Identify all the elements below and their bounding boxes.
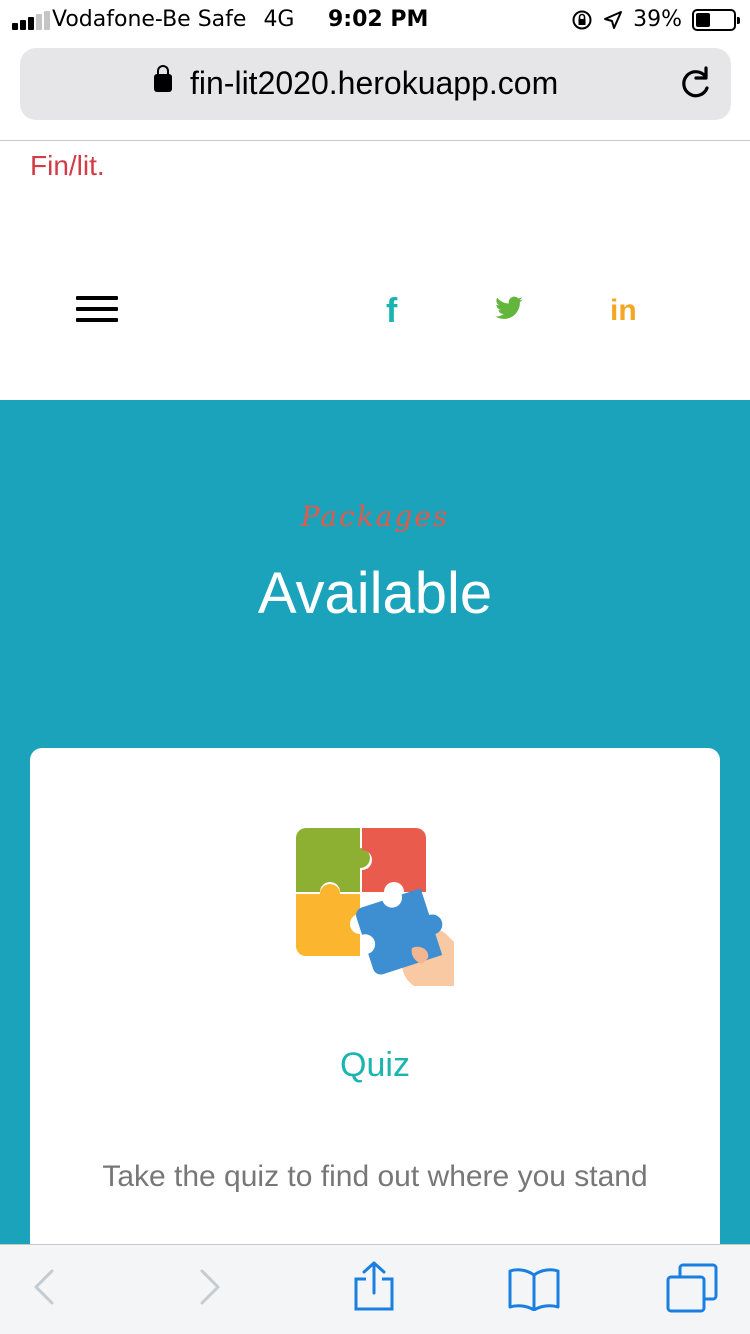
card-description: Take the quiz to find out where you stan… bbox=[102, 1160, 648, 1193]
menu-icon[interactable] bbox=[76, 296, 120, 326]
address-bar[interactable]: fin-lit2020.herokuapp.com bbox=[20, 48, 731, 120]
lock-icon bbox=[154, 65, 172, 92]
bookmarks-icon[interactable] bbox=[508, 1267, 560, 1311]
orientation-lock-icon bbox=[572, 10, 592, 29]
linkedin-icon[interactable]: in bbox=[610, 294, 637, 328]
signal-strength-icon bbox=[12, 11, 50, 30]
share-icon[interactable] bbox=[352, 1261, 396, 1311]
carrier-name: Vodafone-Be Safe bbox=[52, 7, 247, 32]
site-logo[interactable]: Fin/lit. bbox=[30, 150, 105, 182]
battery-fill bbox=[696, 12, 710, 27]
location-arrow-icon bbox=[604, 10, 623, 29]
status-bar: Vodafone-Be Safe 4G 9:02 PM 39% bbox=[0, 0, 750, 40]
twitter-icon[interactable] bbox=[494, 296, 524, 322]
puzzle-icon bbox=[296, 828, 454, 986]
url-text[interactable]: fin-lit2020.herokuapp.com bbox=[190, 65, 558, 102]
network-type: 4G bbox=[263, 7, 295, 32]
card-title[interactable]: Quiz bbox=[0, 1046, 750, 1085]
reload-icon[interactable] bbox=[675, 64, 715, 104]
back-icon[interactable] bbox=[30, 1267, 56, 1307]
battery-icon bbox=[692, 8, 740, 31]
facebook-icon[interactable]: f bbox=[386, 292, 397, 331]
header-divider bbox=[0, 140, 750, 141]
battery-percent: 39% bbox=[633, 7, 682, 32]
section-title: Available bbox=[257, 561, 493, 626]
browser-toolbar bbox=[0, 1244, 750, 1334]
tabs-icon[interactable] bbox=[666, 1263, 718, 1313]
status-time: 9:02 PM bbox=[328, 7, 429, 32]
forward-icon[interactable] bbox=[198, 1267, 224, 1307]
section-label: Packages bbox=[300, 500, 450, 533]
